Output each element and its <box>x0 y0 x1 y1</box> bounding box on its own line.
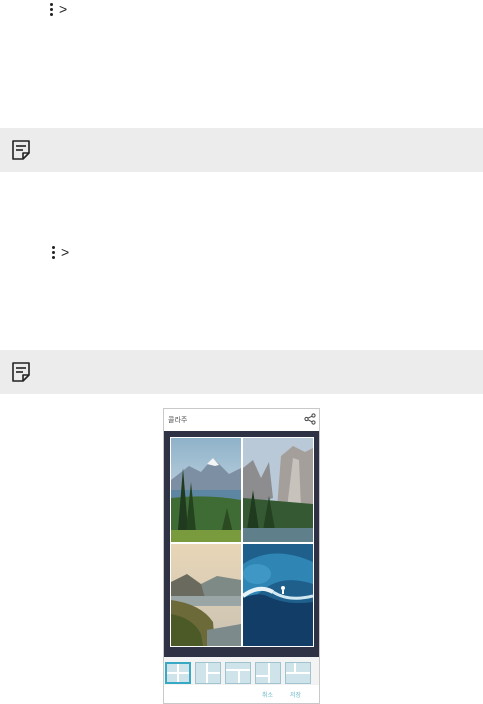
menu-path-2: > <box>52 245 69 259</box>
ocean-wave-surfer-photo[interactable] <box>243 544 313 646</box>
layout-option-6[interactable] <box>285 662 311 684</box>
layout-option-2x2[interactable] <box>165 662 191 684</box>
app-title: 콜라주 <box>168 417 188 424</box>
layout-option-3[interactable] <box>195 662 221 684</box>
app-header: 콜라주 <box>164 409 319 431</box>
bottom-action-bar: 취소 저장 <box>164 687 319 703</box>
menu-path-separator: > <box>59 1 68 17</box>
save-button[interactable]: 저장 <box>290 690 301 699</box>
collage-frame <box>170 437 314 647</box>
phone-screenshot: 콜라주 취소 저장 <box>163 408 320 704</box>
mountain-lake-photo[interactable] <box>171 438 241 542</box>
coast-sunset-photo[interactable] <box>171 544 241 646</box>
layout-options-strip <box>164 657 319 685</box>
cliff-valley-photo[interactable] <box>243 438 313 542</box>
more-vertical-icon <box>50 3 53 16</box>
layout-option-4[interactable] <box>225 662 251 684</box>
more-vertical-icon <box>52 246 55 259</box>
menu-path-1: > <box>50 2 67 16</box>
layout-option-5[interactable] <box>255 662 281 684</box>
share-icon[interactable] <box>304 413 316 425</box>
note-icon <box>12 140 30 160</box>
note-bar-1 <box>0 128 483 172</box>
note-bar-2 <box>0 350 483 394</box>
menu-path-separator: > <box>61 244 70 260</box>
note-icon <box>12 362 30 382</box>
cancel-button[interactable]: 취소 <box>262 690 273 699</box>
